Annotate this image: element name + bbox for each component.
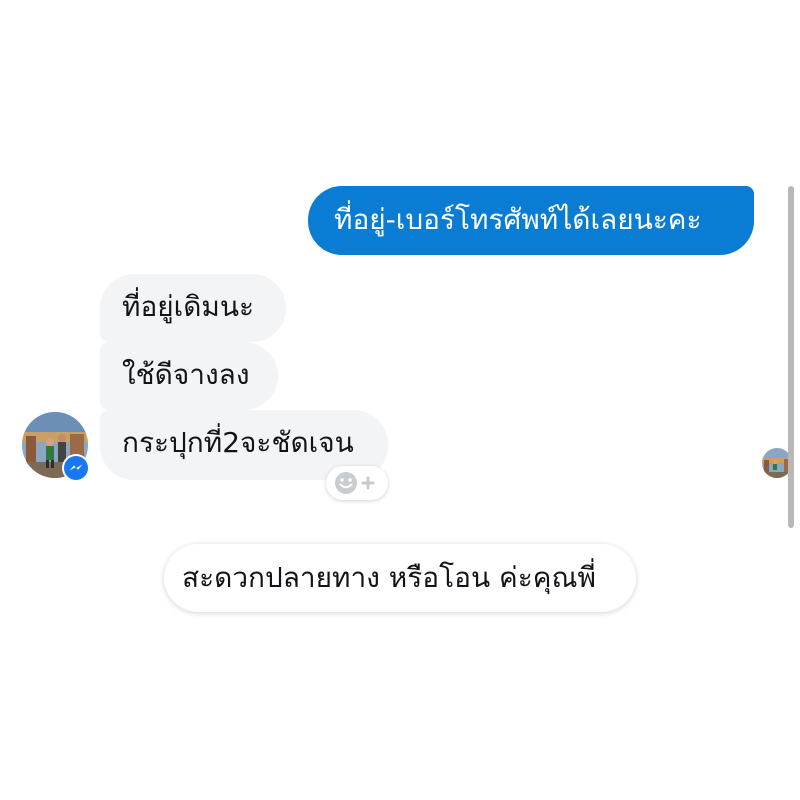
add-reaction-icon xyxy=(335,472,375,494)
outgoing-message[interactable]: ที่อยู่-เบอร์โทรศัพท์ได้เลยนะคะ xyxy=(308,186,754,255)
incoming-message[interactable]: ใช้ดีจางลง xyxy=(100,342,278,410)
incoming-message[interactable]: ที่อยู่เดิมนะ xyxy=(100,274,286,342)
scrollbar[interactable] xyxy=(788,186,794,528)
messenger-badge xyxy=(62,454,90,482)
chat-thread: ที่อยู่-เบอร์โทรศัพท์ได้เลยนะคะ ที่อยู่เ… xyxy=(0,0,800,800)
message-text: กระปุกที่2จะชัดเจน xyxy=(122,426,354,459)
add-reaction-button[interactable] xyxy=(326,466,388,500)
outgoing-message-bottom[interactable]: สะดวกปลายทาง หรือโอน ค่ะคุณพี่ xyxy=(164,544,636,612)
message-text: ที่อยู่เดิมนะ xyxy=(122,290,255,323)
message-text: ใช้ดีจางลง xyxy=(122,358,250,391)
message-text: ที่อยู่-เบอร์โทรศัพท์ได้เลยนะคะ xyxy=(334,203,702,236)
message-text: สะดวกปลายทาง หรือโอน ค่ะคุณพี่ xyxy=(182,561,596,594)
messenger-icon xyxy=(64,456,88,480)
